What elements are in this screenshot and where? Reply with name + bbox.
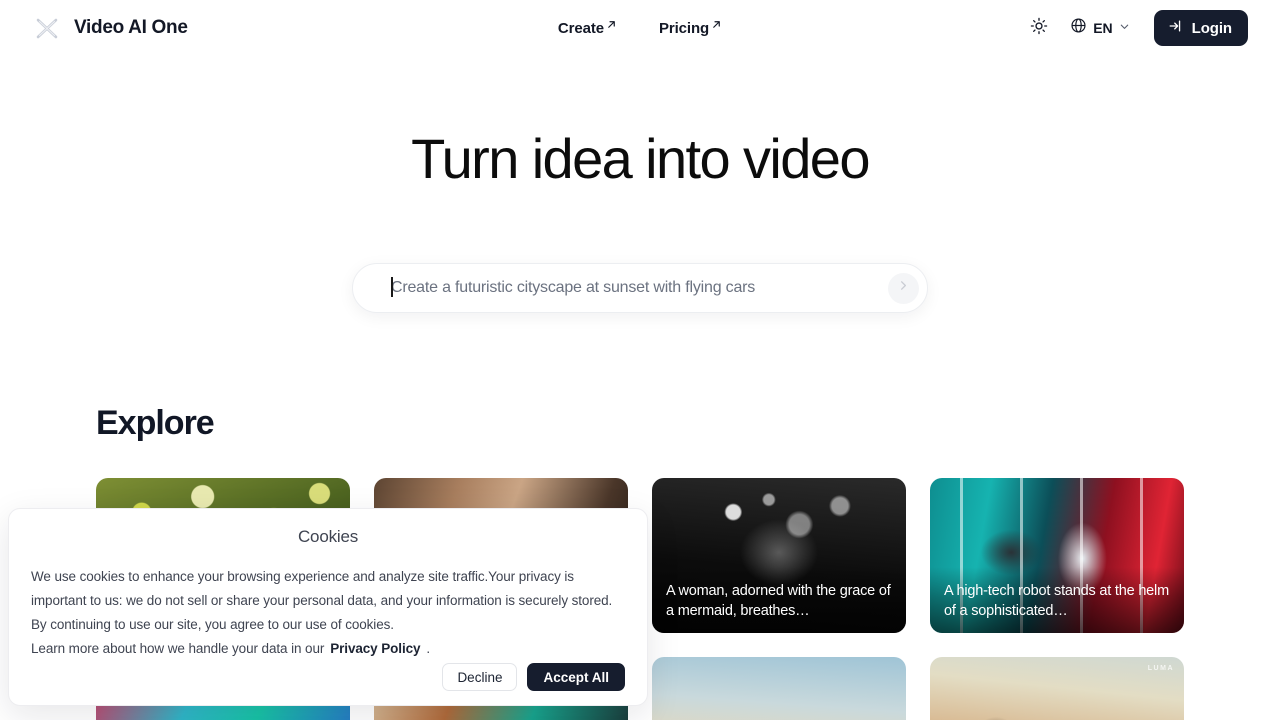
chevron-right-icon [897,279,910,297]
cookie-text-line-3: By continuing to use our site, you agree… [31,617,394,632]
explore-card[interactable] [652,657,906,720]
arrow-up-right-icon [711,17,722,34]
page-title: Turn idea into video [411,127,870,190]
cookie-dialog-actions: Decline Accept All [442,663,625,691]
privacy-policy-link[interactable]: Privacy Policy [330,637,420,661]
globe-icon [1070,17,1087,39]
card-caption: A woman, adorned with the grace of a mer… [652,567,906,633]
site-header: Video AI One Create Pricing EN Login [0,0,1280,56]
login-button-label: Login [1191,19,1232,37]
cookie-text-line-1: We use cookies to enhance your browsing … [31,569,574,584]
prompt-submit-button[interactable] [888,272,919,304]
theme-toggle-button[interactable] [1022,11,1056,45]
login-arrow-icon [1168,18,1184,38]
cookie-learn-more-text: Learn more about how we handle your data… [31,641,325,656]
nav-item-create[interactable]: Create [558,20,617,37]
text-cursor [391,277,393,297]
card-media [652,657,906,720]
cookie-text-line-4: Learn more about how we handle your data… [31,637,625,661]
cookie-consent-dialog: Cookies We use cookies to enhance your b… [8,508,648,706]
language-selector[interactable]: EN [1064,11,1137,45]
arrow-up-right-icon [606,17,617,34]
brand[interactable]: Video AI One [32,13,188,43]
brand-name: Video AI One [74,17,188,38]
nav-item-create-label: Create [557,19,604,37]
card-caption: A high-tech robot stands at the helm of … [930,567,1184,633]
explore-card[interactable]: LUMA [930,657,1184,720]
nav-item-pricing-label: Pricing [658,19,710,37]
chevron-down-icon [1119,19,1130,37]
accept-all-button[interactable]: Accept All [527,663,625,691]
luma-watermark: LUMA [1147,665,1174,672]
explore-card[interactable]: A woman, adorned with the grace of a mer… [652,478,906,633]
login-button[interactable]: Login [1153,10,1248,46]
header-actions: EN Login [1022,10,1248,46]
decline-button[interactable]: Decline [442,663,518,691]
cookie-dialog-title: Cookies [297,527,359,546]
explore-heading: Explore [96,404,215,442]
explore-card[interactable]: A high-tech robot stands at the helm of … [930,478,1184,633]
crossed-blades-logo-icon [32,13,62,43]
nav-item-pricing[interactable]: Pricing [659,20,722,37]
cookie-text-line-2: important to us: we do not sell or share… [31,593,613,608]
language-code: EN [1093,20,1113,36]
prompt-search-input[interactable]: Create a futuristic cityscape at sunset … [391,279,888,297]
sun-icon [1030,17,1048,40]
card-media [930,657,1184,720]
prompt-search-bar[interactable]: Create a futuristic cityscape at sunset … [352,263,928,313]
cookie-period: . [426,641,431,656]
